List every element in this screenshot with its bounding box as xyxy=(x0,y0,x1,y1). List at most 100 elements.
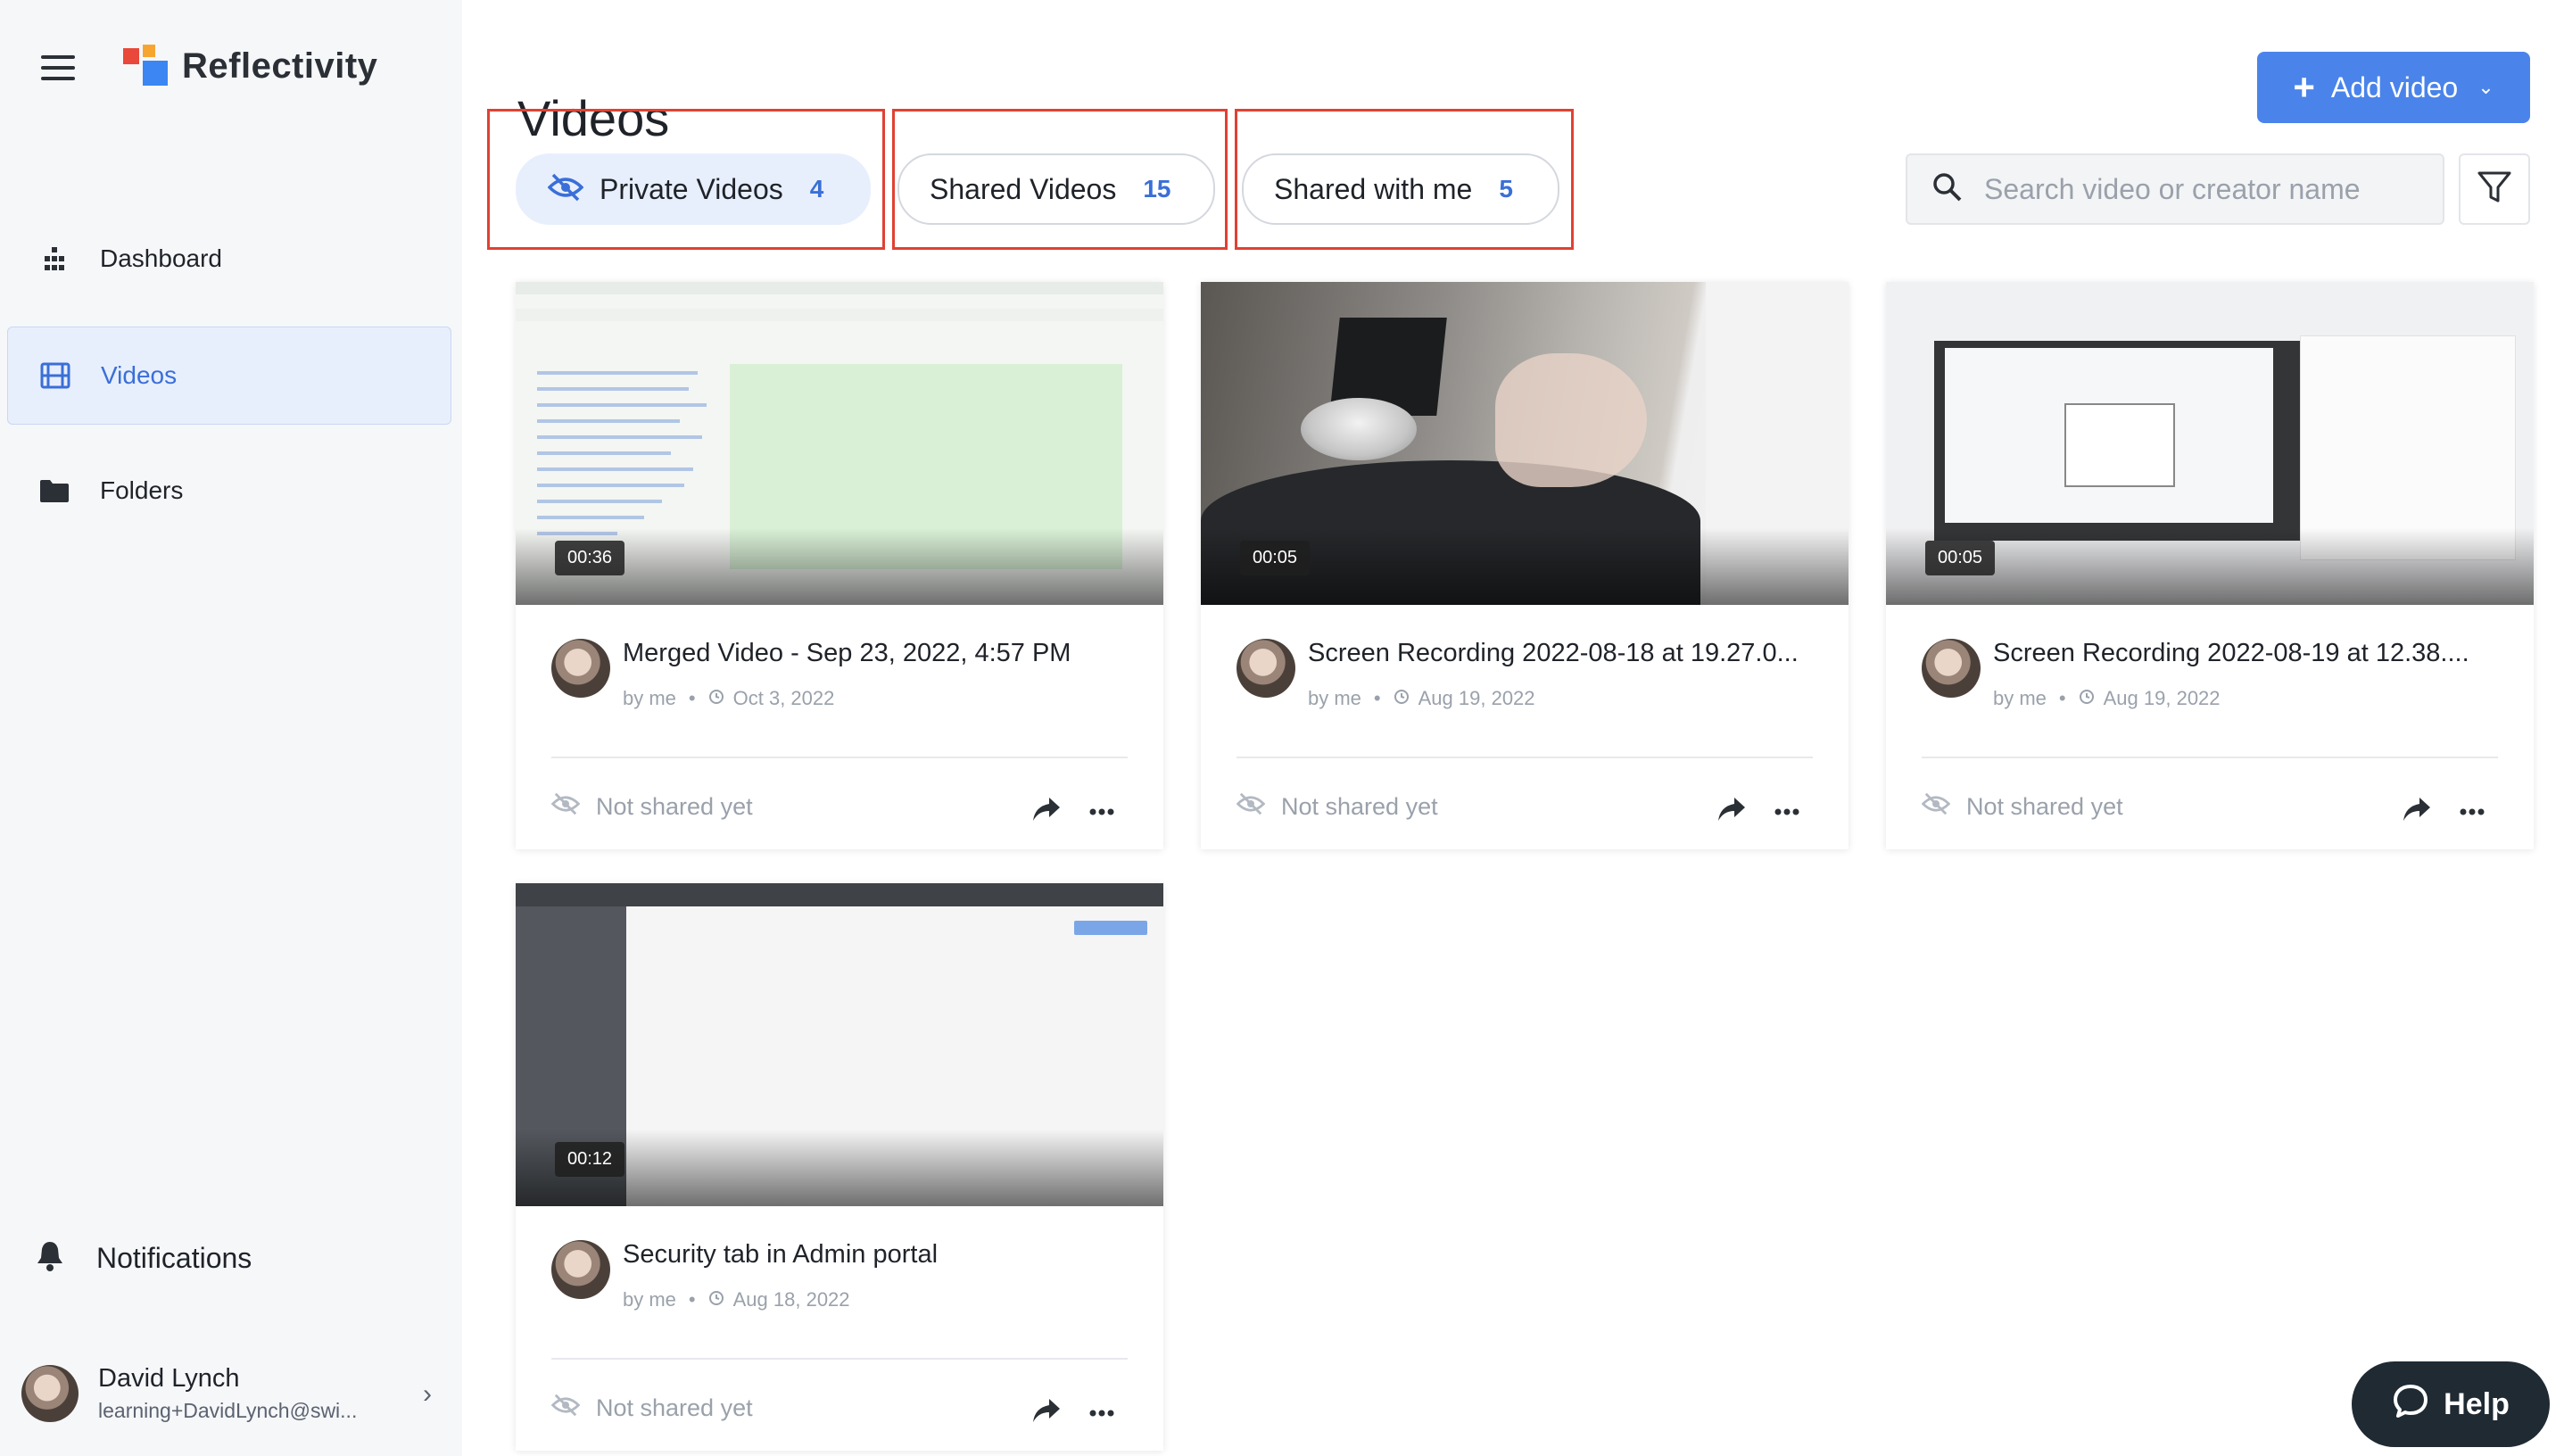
video-card[interactable]: 00:05 Screen Recording 2022-08-18 at 19.… xyxy=(1201,282,1849,849)
video-thumbnail[interactable]: 00:05 xyxy=(1886,282,2534,605)
tab-label: Shared Videos xyxy=(930,172,1117,205)
tab-count: 5 xyxy=(1499,175,1513,203)
dashboard-icon xyxy=(39,244,70,274)
video-date: Oct 3, 2022 xyxy=(732,687,835,709)
clock-icon xyxy=(708,1288,724,1311)
folder-icon xyxy=(39,476,70,506)
eye-off-icon xyxy=(550,1394,581,1423)
share-icon[interactable] xyxy=(1716,796,1747,823)
eye-off-icon xyxy=(1921,792,1951,822)
add-video-label: Add video xyxy=(2330,70,2459,103)
video-card[interactable]: 00:12 Security tab in Admin portal by me… xyxy=(516,883,1163,1451)
avatar xyxy=(1237,639,1295,698)
more-options-icon[interactable] xyxy=(1088,805,1115,815)
video-title[interactable]: Security tab in Admin portal xyxy=(623,1240,1140,1270)
sidebar-item-label: Dashboard xyxy=(100,244,222,272)
sidebar-item-label: Videos xyxy=(101,361,178,389)
tab-private-videos[interactable]: Private Videos 4 xyxy=(516,153,871,225)
video-duration: 00:36 xyxy=(555,541,625,575)
divider xyxy=(1922,757,2498,758)
video-title[interactable]: Screen Recording 2022-08-18 at 19.27.0..… xyxy=(1308,639,1825,668)
filter-button[interactable] xyxy=(2459,153,2530,225)
clock-icon xyxy=(2079,687,2095,710)
separator-dot: • xyxy=(2058,687,2066,709)
chevron-right-icon: › xyxy=(423,1379,432,1409)
user-name: David Lynch xyxy=(98,1364,240,1393)
notifications-label: Notifications xyxy=(96,1242,252,1274)
video-author: by me xyxy=(623,1288,676,1311)
video-thumbnail[interactable]: 00:12 xyxy=(516,883,1163,1206)
video-author: by me xyxy=(1993,687,2047,709)
sidebar: Reflectivity Dashboard Videos Folders No… xyxy=(0,0,462,1456)
eye-off-icon xyxy=(550,792,581,822)
share-icon[interactable] xyxy=(1031,1397,1062,1424)
avatar xyxy=(21,1365,79,1422)
divider xyxy=(551,1358,1128,1360)
search-box xyxy=(1906,153,2444,225)
plus-icon: + xyxy=(2293,66,2315,108)
separator-dot: • xyxy=(688,1288,696,1311)
search-input[interactable] xyxy=(1982,171,2414,207)
user-profile-menu[interactable]: David Lynch learning+DavidLynch@swi... › xyxy=(21,1356,441,1431)
logo-mark-icon xyxy=(123,45,173,87)
sidebar-item-label: Folders xyxy=(100,476,184,504)
tab-shared-with-me[interactable]: Shared with me 5 xyxy=(1242,153,1559,225)
share-status-label: Not shared yet xyxy=(1281,793,1438,820)
video-date: Aug 19, 2022 xyxy=(1418,687,1535,709)
tab-count: 4 xyxy=(809,175,824,203)
tab-shared-videos[interactable]: Shared Videos 15 xyxy=(897,153,1215,225)
clock-icon xyxy=(1394,687,1410,710)
app-name: Reflectivity xyxy=(182,46,378,86)
share-icon[interactable] xyxy=(2402,796,2432,823)
eye-off-icon xyxy=(547,173,584,206)
video-thumbnail[interactable]: 00:05 xyxy=(1201,282,1849,605)
bell-icon xyxy=(36,1240,64,1277)
search-icon xyxy=(1932,172,1963,207)
notifications-button[interactable]: Notifications xyxy=(36,1240,252,1277)
separator-dot: • xyxy=(1373,687,1381,709)
video-thumbnail[interactable]: 00:36 xyxy=(516,282,1163,605)
sidebar-item-dashboard[interactable]: Dashboard xyxy=(7,211,450,307)
add-video-button[interactable]: + Add video ⌄ xyxy=(2257,52,2530,123)
video-author: by me xyxy=(623,687,676,709)
chevron-down-icon: ⌄ xyxy=(2477,76,2494,98)
video-title[interactable]: Screen Recording 2022-08-19 at 12.38.... xyxy=(1993,639,2510,668)
video-duration: 00:05 xyxy=(1240,541,1311,575)
divider xyxy=(551,757,1128,758)
video-title[interactable]: Merged Video - Sep 23, 2022, 4:57 PM xyxy=(623,639,1140,668)
clock-icon xyxy=(708,687,724,710)
share-status-label: Not shared yet xyxy=(1966,793,2123,820)
chat-bubble-icon xyxy=(2392,1383,2429,1427)
share-status-label: Not shared yet xyxy=(596,793,753,820)
more-options-icon[interactable] xyxy=(1088,1406,1115,1417)
menu-icon[interactable] xyxy=(41,55,75,80)
video-date: Aug 19, 2022 xyxy=(2103,687,2221,709)
divider xyxy=(1237,757,1813,758)
video-duration: 00:05 xyxy=(1925,541,1996,575)
sidebar-item-folders[interactable]: Folders xyxy=(7,443,450,539)
more-options-icon[interactable] xyxy=(2459,805,2485,815)
video-author: by me xyxy=(1308,687,1361,709)
help-button[interactable]: Help xyxy=(2352,1361,2550,1447)
sidebar-item-videos[interactable]: Videos xyxy=(7,327,451,425)
more-options-icon[interactable] xyxy=(1774,805,1800,815)
help-label: Help xyxy=(2444,1386,2510,1421)
video-card[interactable]: 00:36 Merged Video - Sep 23, 2022, 4:57 … xyxy=(516,282,1163,849)
avatar xyxy=(551,1240,610,1299)
eye-off-icon xyxy=(1236,792,1266,822)
tab-label: Private Videos xyxy=(600,172,783,205)
user-email: learning+DavidLynch@swi... xyxy=(98,1399,358,1422)
filter-icon xyxy=(2477,170,2512,209)
avatar xyxy=(1922,639,1981,698)
video-duration: 00:12 xyxy=(555,1142,625,1177)
video-date: Aug 18, 2022 xyxy=(732,1288,850,1311)
tab-count: 15 xyxy=(1143,175,1171,203)
app-logo[interactable]: Reflectivity xyxy=(123,45,377,87)
share-icon[interactable] xyxy=(1031,796,1062,823)
separator-dot: • xyxy=(688,687,696,709)
video-card[interactable]: 00:05 Screen Recording 2022-08-19 at 12.… xyxy=(1886,282,2534,849)
avatar xyxy=(551,639,610,698)
share-status-label: Not shared yet xyxy=(596,1394,753,1421)
film-icon xyxy=(40,360,70,391)
tab-label: Shared with me xyxy=(1274,172,1473,205)
